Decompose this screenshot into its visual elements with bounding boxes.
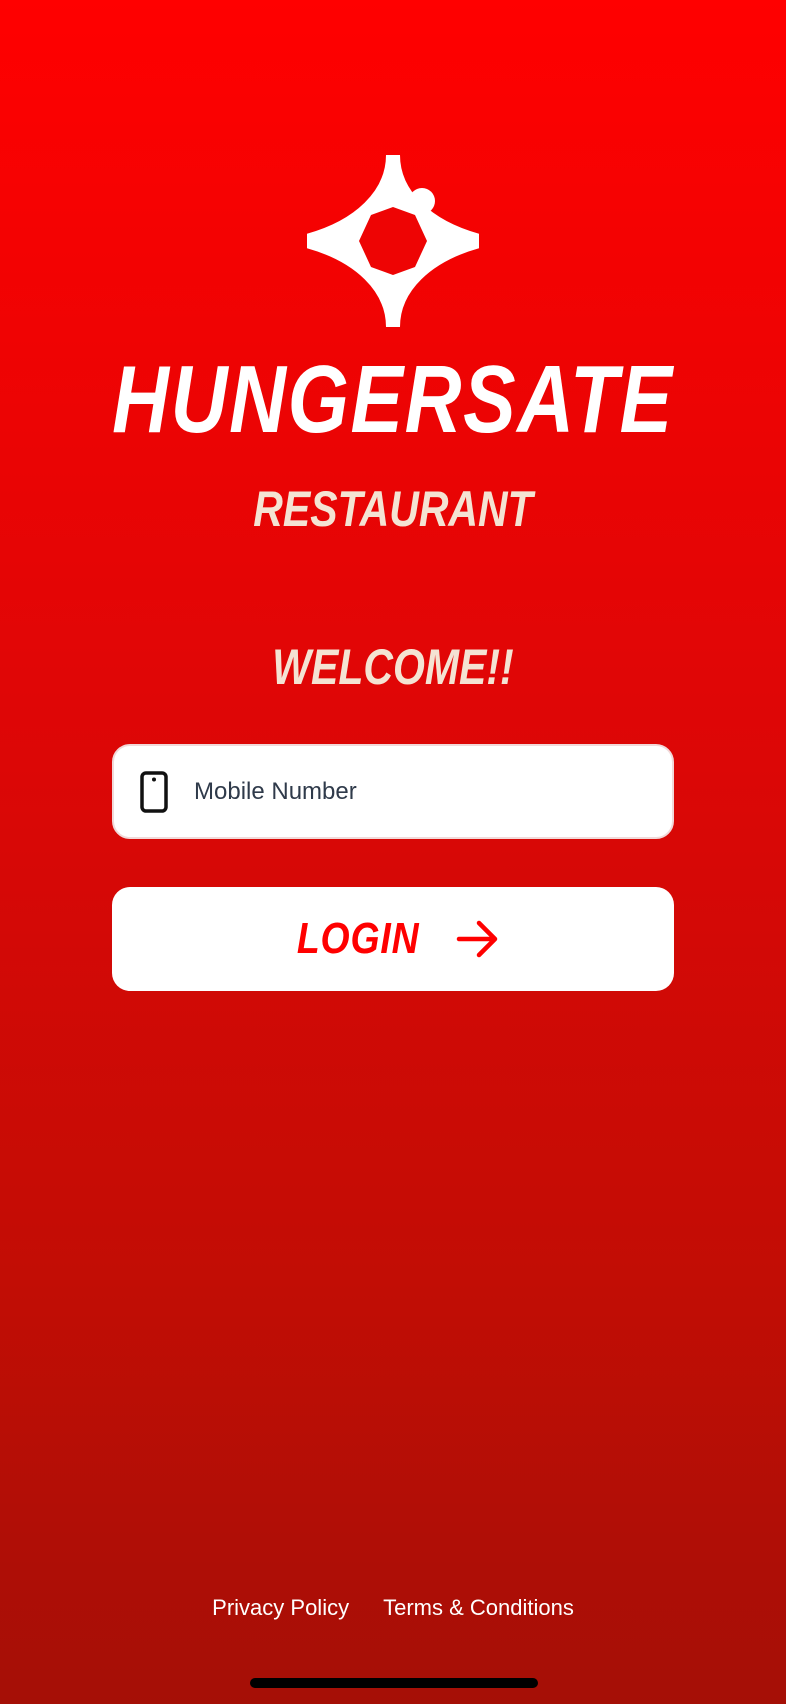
login-button[interactable]: LOGIN (112, 887, 674, 991)
terms-conditions-link[interactable]: Terms & Conditions (383, 1588, 574, 1628)
mobile-number-field[interactable] (112, 744, 674, 839)
home-indicator[interactable] (250, 1678, 538, 1688)
footer-links: Privacy Policy Terms & Conditions (0, 1588, 786, 1628)
brand-name: HUNGERSATE (112, 346, 674, 453)
phone-icon (140, 770, 168, 813)
brand-subtitle: RESTAURANT (253, 481, 533, 537)
login-button-label: LOGIN (296, 914, 420, 963)
mobile-number-input[interactable] (192, 776, 636, 807)
welcome-heading: WELCOME!! (272, 639, 514, 695)
privacy-policy-link[interactable]: Privacy Policy (212, 1588, 349, 1628)
star-sparkle-logo-icon (307, 155, 479, 327)
arrow-right-icon (456, 920, 498, 958)
